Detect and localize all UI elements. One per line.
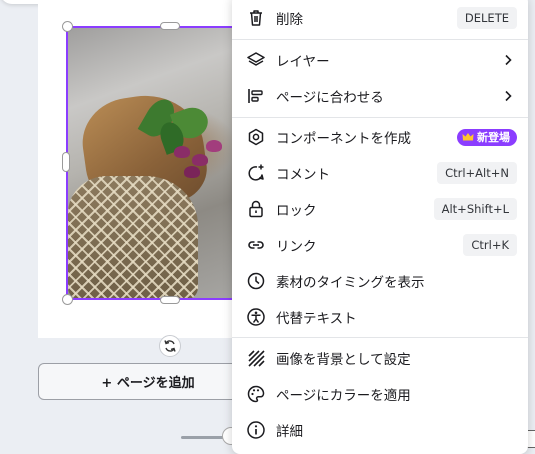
selection-frame <box>66 26 234 300</box>
menu-item-delete[interactable]: 削除 DELETE <box>232 0 528 36</box>
shortcut-badge: Ctrl+K <box>463 234 517 256</box>
menu-item-label: 素材のタイミングを表示 <box>276 275 425 291</box>
rotate-icon <box>164 340 176 352</box>
layers-icon <box>247 52 265 66</box>
add-page-label: + ページを追加 <box>101 376 195 391</box>
rotate-button[interactable] <box>159 335 181 357</box>
menu-item-label: コメント <box>276 167 330 183</box>
info-icon <box>247 421 265 439</box>
menu-item-label: 削除 <box>276 12 303 28</box>
shortcut-badge: Alt+Shift+L <box>433 198 517 220</box>
menu-item-create-component[interactable]: コンポーネントを作成 新登場 <box>232 119 528 155</box>
new-badge: 新登場 <box>457 128 517 146</box>
resize-handle-bottom-left[interactable] <box>62 294 73 305</box>
menu-item-label: リンク <box>276 239 317 255</box>
menu-item-align-to-page[interactable]: ページに合わせる <box>232 78 528 114</box>
resize-handle-top[interactable] <box>160 22 180 30</box>
crown-icon <box>462 133 474 141</box>
menu-item-label: コンポーネントを作成 <box>276 131 411 147</box>
menu-item-link[interactable]: リンク Ctrl+K <box>232 227 528 263</box>
menu-item-label: 代替テキスト <box>276 311 357 327</box>
add-page-button[interactable]: + ページを追加 <box>38 363 258 400</box>
menu-item-set-as-background[interactable]: 画像を背景として設定 <box>232 340 528 376</box>
menu-item-label: 画像を背景として設定 <box>276 352 411 368</box>
chevron-right-icon <box>505 90 512 102</box>
menu-item-label: ロック <box>276 203 317 219</box>
menu-item-label: ページにカラーを適用 <box>276 388 411 404</box>
clock-icon <box>247 272 265 290</box>
menu-item-label: レイヤー <box>276 54 330 70</box>
chevron-right-icon <box>505 54 512 66</box>
context-menu: 削除 DELETE レイヤー ページに合わせる コンポーネントを作成 新登場 コ… <box>232 0 528 454</box>
menu-item-show-timing[interactable]: 素材のタイミングを表示 <box>232 263 528 299</box>
menu-item-label: ページに合わせる <box>276 90 384 106</box>
resize-handle-bottom[interactable] <box>160 296 180 304</box>
shortcut-badge: Ctrl+Alt+N <box>437 162 517 184</box>
link-icon <box>248 241 264 249</box>
resize-handle-top-left[interactable] <box>62 21 73 32</box>
accessibility-icon <box>247 308 265 326</box>
palette-icon <box>247 385 265 403</box>
menu-item-apply-colors[interactable]: ページにカラーを適用 <box>232 376 528 412</box>
menu-separator <box>232 117 528 118</box>
menu-item-layers[interactable]: レイヤー <box>232 42 528 78</box>
menu-item-comment[interactable]: コメント Ctrl+Alt+N <box>232 155 528 191</box>
menu-item-label: 詳細 <box>276 424 303 440</box>
menu-item-alt-text[interactable]: 代替テキスト <box>232 299 528 335</box>
page-view-icon[interactable] <box>527 430 535 448</box>
new-badge-label: 新登場 <box>477 131 510 144</box>
menu-separator <box>232 39 528 40</box>
menu-item-lock[interactable]: ロック Alt+Shift+L <box>232 191 528 227</box>
component-icon <box>248 128 264 146</box>
align-icon <box>248 89 263 103</box>
background-pattern-icon <box>248 350 265 367</box>
shortcut-badge: DELETE <box>456 7 517 29</box>
menu-separator <box>232 337 528 338</box>
resize-handle-left[interactable] <box>62 152 70 172</box>
menu-item-details[interactable]: 詳細 <box>232 412 528 448</box>
comment-add-icon <box>248 164 264 181</box>
trash-icon <box>250 10 262 26</box>
lock-icon <box>249 200 263 218</box>
